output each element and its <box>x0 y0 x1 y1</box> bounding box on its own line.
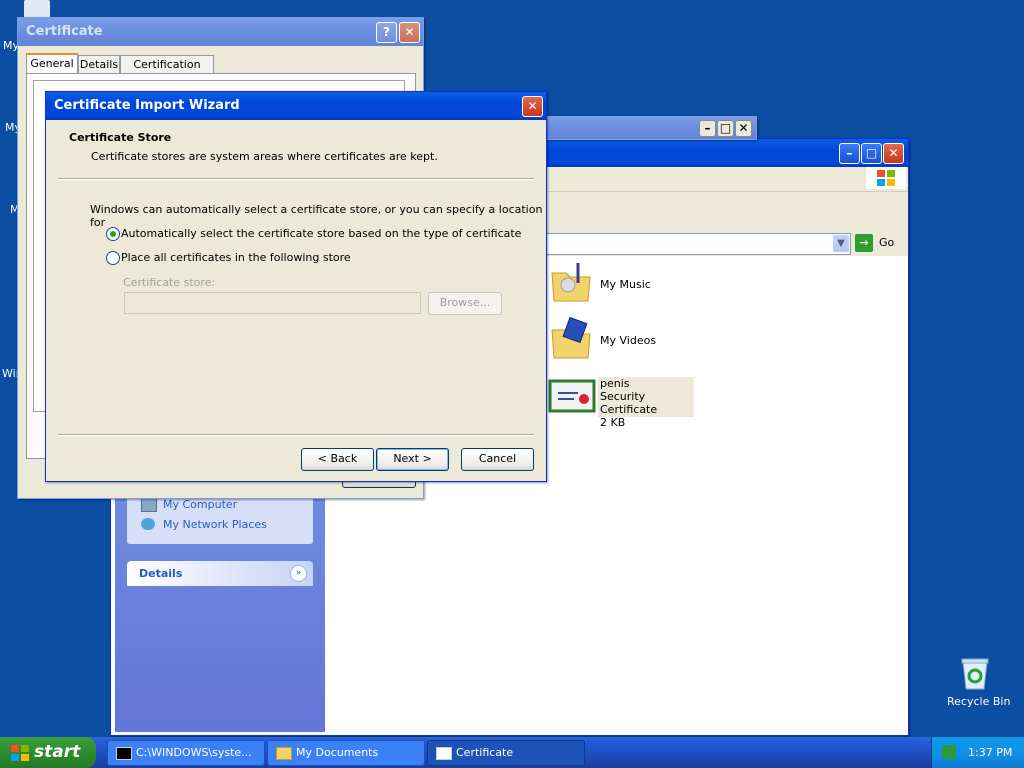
item-type: Security Certificate <box>600 390 658 416</box>
header-divider <box>58 178 534 180</box>
store-field[interactable] <box>124 292 421 314</box>
close-button[interactable]: ✕ <box>883 143 904 164</box>
tab-label: General <box>30 57 74 70</box>
next-button[interactable]: Next > <box>376 448 449 471</box>
desktop-icon-graphic <box>24 0 50 18</box>
go-arrow-icon: → <box>855 234 873 252</box>
start-button[interactable]: start <box>0 737 96 768</box>
taskbar-item-my-documents[interactable]: My Documents <box>267 740 425 766</box>
certificate-titlebar: Certificate <box>18 18 423 46</box>
link-my-network-places[interactable]: My Network Places <box>163 518 267 531</box>
radio-auto-select[interactable] <box>106 227 120 241</box>
tab-general[interactable]: General <box>26 53 78 75</box>
system-tray: 1:37 PM <box>931 737 1024 768</box>
taskbar: start C:\WINDOWS\syste... My Documents C… <box>0 737 1024 768</box>
recycle-bin[interactable]: Recycle Bin <box>940 656 1010 710</box>
videos-folder-icon <box>551 316 591 359</box>
taskbar-item-label: My Documents <box>296 746 379 759</box>
certificate-file-text: penis Security Certificate 2 KB <box>598 377 694 429</box>
background-window: – □ ✕ <box>540 116 757 140</box>
intro-text: Windows can automatically select a certi… <box>90 203 543 229</box>
tab-certification-path[interactable]: Certification Path <box>120 55 214 89</box>
certificate-file-icon <box>548 379 596 413</box>
taskbar-item-certificate[interactable]: Certificate <box>427 740 585 766</box>
radio-manual-label[interactable]: Place all certificates in the following … <box>121 251 351 264</box>
footer-divider <box>58 434 534 436</box>
wizard-title: Certificate Import Wizard <box>54 98 240 113</box>
recycle-bin-label: Recycle Bin <box>947 695 1011 708</box>
tab-details[interactable]: Details <box>78 55 120 75</box>
close-button[interactable]: ✕ <box>399 22 420 43</box>
details-label: Details <box>139 567 183 580</box>
back-button[interactable]: < Back <box>301 448 374 471</box>
radio-manual-store[interactable] <box>106 251 120 265</box>
taskbar-item-cmd[interactable]: C:\WINDOWS\syste... <box>107 740 265 766</box>
minimize-button[interactable]: – <box>839 143 860 164</box>
minimize-button[interactable]: – <box>699 120 716 137</box>
maximize-button[interactable]: □ <box>717 120 734 137</box>
browse-button[interactable]: Browse... <box>428 292 502 315</box>
item-name: My Music <box>600 278 651 291</box>
tab-label: Details <box>79 58 119 71</box>
folder-icon <box>276 747 292 760</box>
radio-auto-label[interactable]: Automatically select the certificate sto… <box>121 227 521 240</box>
item-size: 2 KB <box>600 416 626 429</box>
header-title: Certificate Store <box>69 131 172 144</box>
start-label: start <box>34 742 81 762</box>
cmd-icon <box>116 747 132 760</box>
other-places-panel: My Computer My Network Places <box>127 496 313 544</box>
clock[interactable]: 1:37 PM <box>968 737 1012 768</box>
close-button[interactable]: ✕ <box>735 120 752 137</box>
music-folder-icon <box>551 263 591 302</box>
taskbar-item-label: Certificate <box>456 746 514 759</box>
chevron-expand-icon[interactable]: » <box>290 565 307 582</box>
link-my-computer[interactable]: My Computer <box>163 498 237 511</box>
item-name: My Videos <box>600 334 657 347</box>
close-button[interactable]: ✕ <box>522 96 543 117</box>
wizard-titlebar: Certificate Import Wizard <box>46 92 546 120</box>
chevron-down-icon[interactable]: ▼ <box>833 235 849 252</box>
wizard-header: Certificate Store Certificate stores are… <box>49 120 543 178</box>
window-icon <box>436 747 452 760</box>
header-subtitle: Certificate stores are system areas wher… <box>91 150 438 163</box>
details-panel-header[interactable]: Details » <box>127 561 313 586</box>
my-computer-icon <box>141 498 157 512</box>
my-network-places-icon <box>141 518 155 530</box>
recycle-bin-icon <box>961 658 989 690</box>
import-wizard-dialog: Certificate Import Wizard ✕ Certificate … <box>45 91 547 482</box>
go-button[interactable]: → Go <box>855 234 905 254</box>
cancel-button[interactable]: Cancel <box>461 448 534 471</box>
windows-logo-icon <box>866 167 906 189</box>
network-icon[interactable] <box>942 745 956 759</box>
taskbar-item-label: C:\WINDOWS\syste... <box>136 746 252 759</box>
go-label: Go <box>879 236 895 249</box>
windows-flag-icon <box>11 745 29 761</box>
help-button[interactable]: ? <box>376 22 397 43</box>
item-name: penis <box>600 377 630 390</box>
certificate-title: Certificate <box>26 24 103 39</box>
maximize-button[interactable]: □ <box>861 143 882 164</box>
store-label: Certificate store: <box>123 276 216 289</box>
